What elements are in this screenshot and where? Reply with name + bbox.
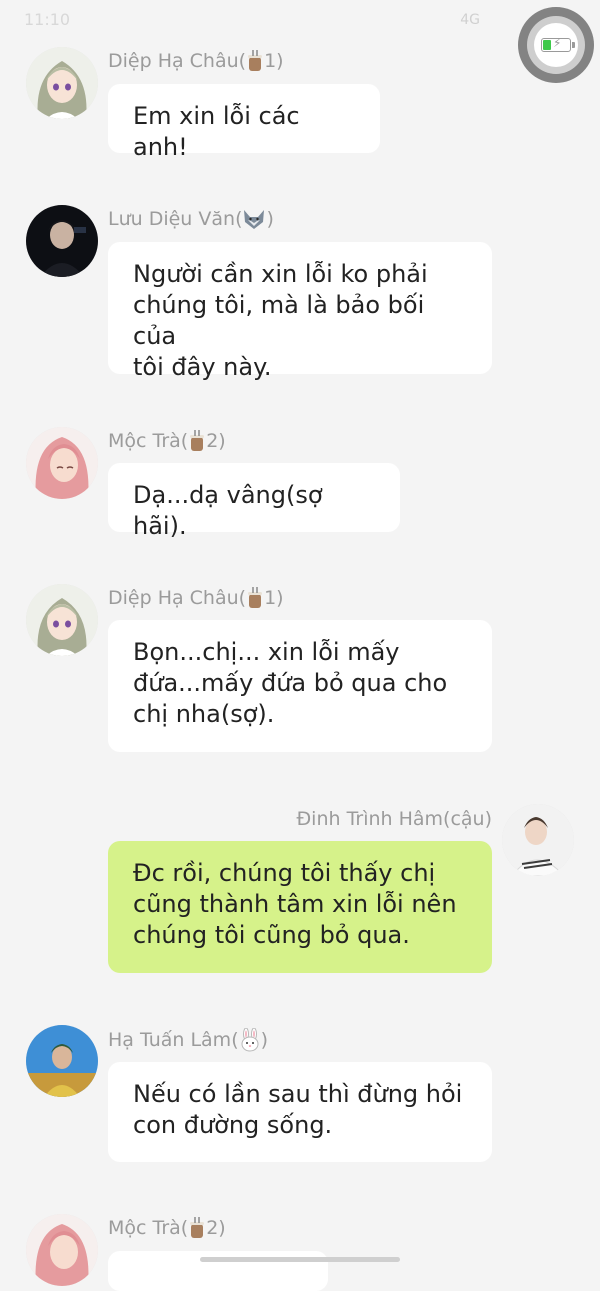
sender-name: Mộc Trà( 2) [108,1217,226,1239]
avatar[interactable] [26,47,98,119]
avatar[interactable] [26,1025,98,1097]
badge-text: ) [266,208,274,230]
message-bubble[interactable]: Nếu có lần sau thì đừng hỏi con đường số… [108,1062,492,1162]
signal-indicator: 4G [460,12,480,28]
assistive-touch-core: ⚡ [534,23,578,67]
sender-name: Hạ Tuấn Lâm() [108,1028,268,1052]
sender-name-text: Mộc Trà( [108,1217,189,1239]
sender-name-text: Hạ Tuấn Lâm( [108,1029,239,1051]
cup-icon [246,587,264,609]
sender-name: Đinh Trình Hâm(cậu) [296,808,492,830]
badge-text: ) [260,1029,269,1051]
message-bubble[interactable]: Dạ...dạ vâng(sợ hãi). [108,463,400,540]
avatar[interactable] [502,804,574,876]
cup-icon [188,1217,206,1239]
avatar[interactable] [26,427,98,499]
sender-name: Diệp Hạ Châu( 1) [108,587,284,609]
sender-name: Diệp Hạ Châu( 1) [108,50,284,72]
wolf-icon [242,208,266,230]
badge-text: 1) [264,50,284,72]
cup-icon [188,430,206,452]
sender-name-text: Lưu Diệu Văn( [108,208,243,230]
badge-text: 1) [264,587,284,609]
sender-name-text: Mộc Trà( [108,430,189,452]
message-bubble[interactable]: Đc rồi, chúng tôi thấy chị cũng thành tâ… [108,841,492,973]
message-bubble[interactable]: Người cần xin lỗi ko phải chúng tôi, mà … [108,242,492,381]
assistive-touch-ring: ⚡ [527,16,585,74]
assistive-touch-button[interactable]: ⚡ [518,7,594,83]
sender-name-text: Đinh Trình Hâm(cậu) [296,808,492,830]
cup-icon [246,50,264,72]
badge-text: 2) [206,430,226,452]
avatar[interactable] [26,205,98,277]
sender-name-text: Diệp Hạ Châu( [108,50,247,72]
sender-name: Lưu Diệu Văn() [108,208,274,230]
sender-name-text: Diệp Hạ Châu( [108,587,247,609]
message-bubble[interactable]: Em xin lỗi các anh! [108,84,380,161]
battery-icon: ⚡ [541,36,575,52]
badge-text: 2) [206,1217,226,1239]
home-indicator[interactable] [200,1257,400,1262]
avatar[interactable] [26,1214,98,1286]
status-time: 11:10 [24,10,71,29]
status-bar: 11:10 4G [0,0,600,40]
avatar[interactable] [26,584,98,656]
rabbit-icon [239,1028,261,1052]
message-bubble[interactable]: Bọn...chị... xin lỗi mấy đứa...mấy đứa b… [108,620,492,752]
sender-name: Mộc Trà( 2) [108,430,226,452]
